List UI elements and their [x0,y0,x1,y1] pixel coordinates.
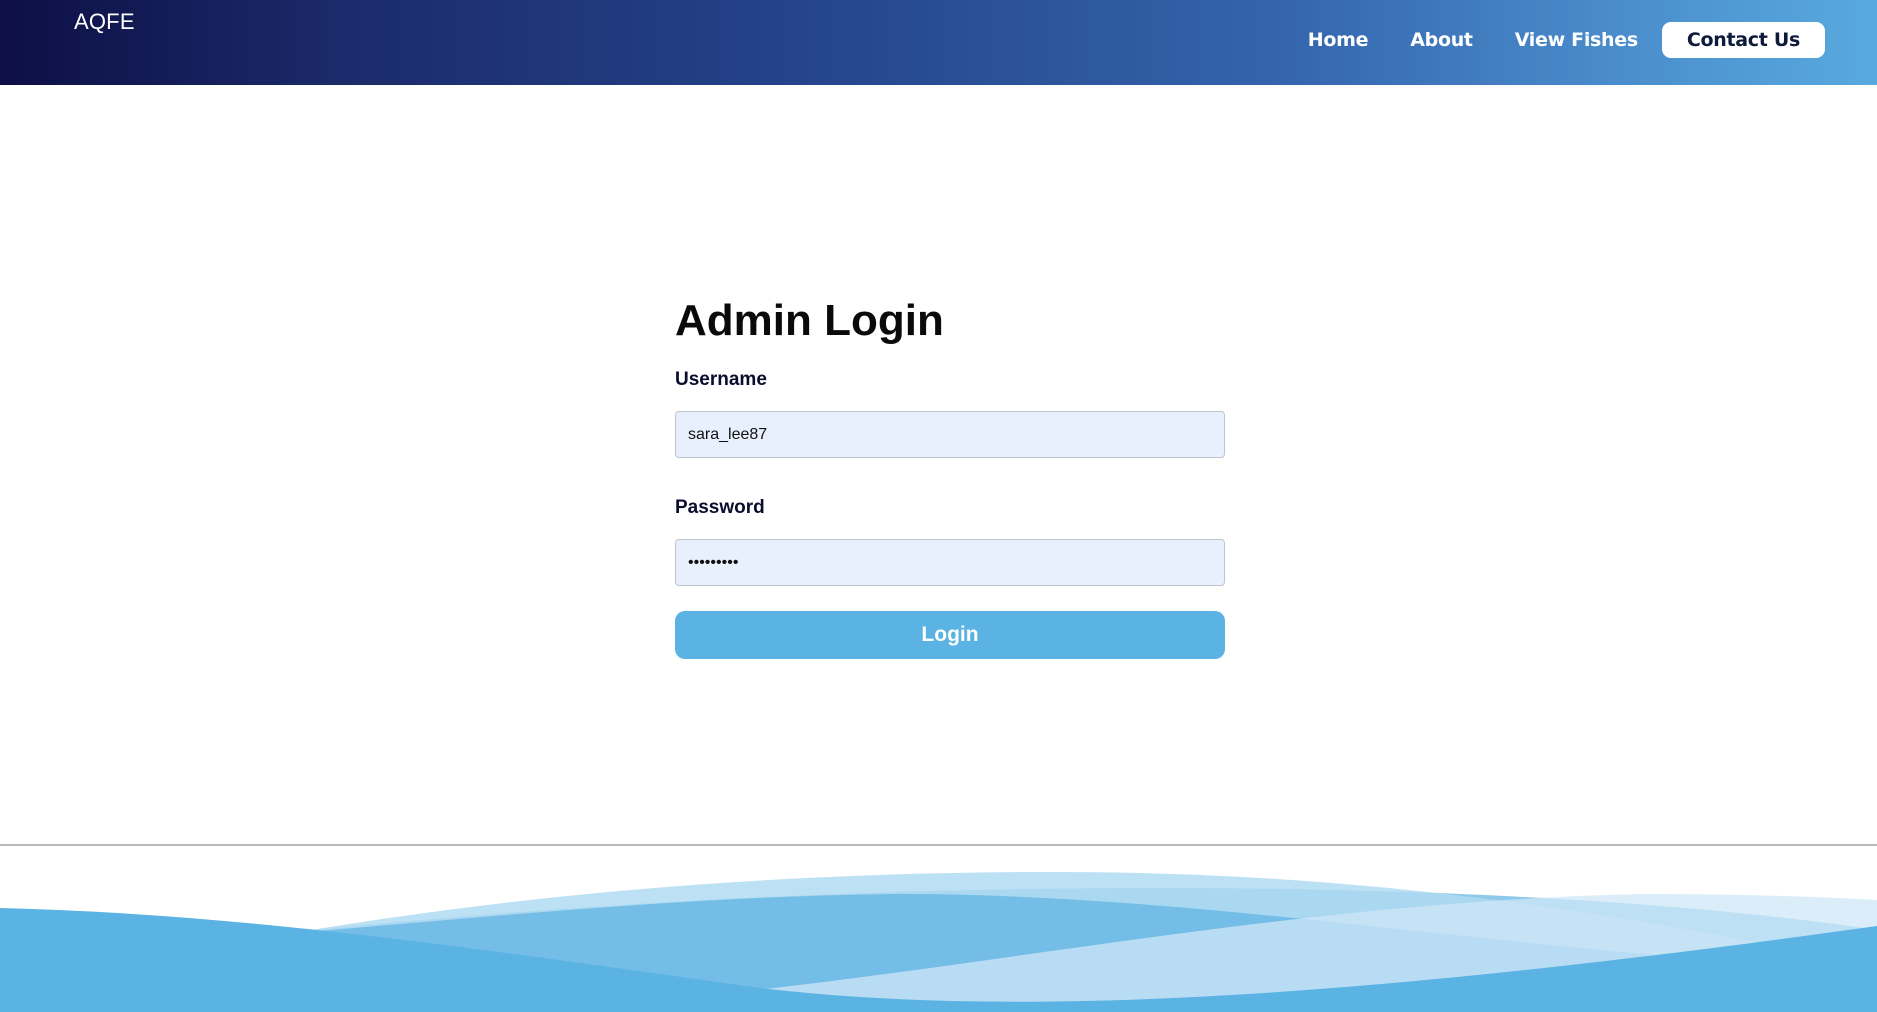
login-button[interactable]: Login [675,611,1225,659]
password-label: Password [675,497,765,518]
nav-about-link[interactable]: About [1389,23,1493,57]
footer-waves-decoration [0,872,1877,1012]
username-label: Username [675,369,767,390]
nav-home-link[interactable]: Home [1287,23,1389,57]
page-title: Admin Login [675,296,944,345]
admin-login-form: Admin Login Username Password Login [675,292,1225,659]
main-nav: Home About View Fishes Contact Us [1287,22,1825,58]
nav-view-fishes-link[interactable]: View Fishes [1494,23,1659,57]
nav-contact-us-button[interactable]: Contact Us [1661,22,1825,58]
top-navbar: AQFE Home About View Fishes Contact Us [0,0,1877,85]
brand-logo[interactable]: AQFE [74,9,135,35]
page: AQFE Home About View Fishes Contact Us A… [0,0,1877,1012]
username-input[interactable] [675,411,1225,458]
password-input[interactable] [675,539,1225,586]
